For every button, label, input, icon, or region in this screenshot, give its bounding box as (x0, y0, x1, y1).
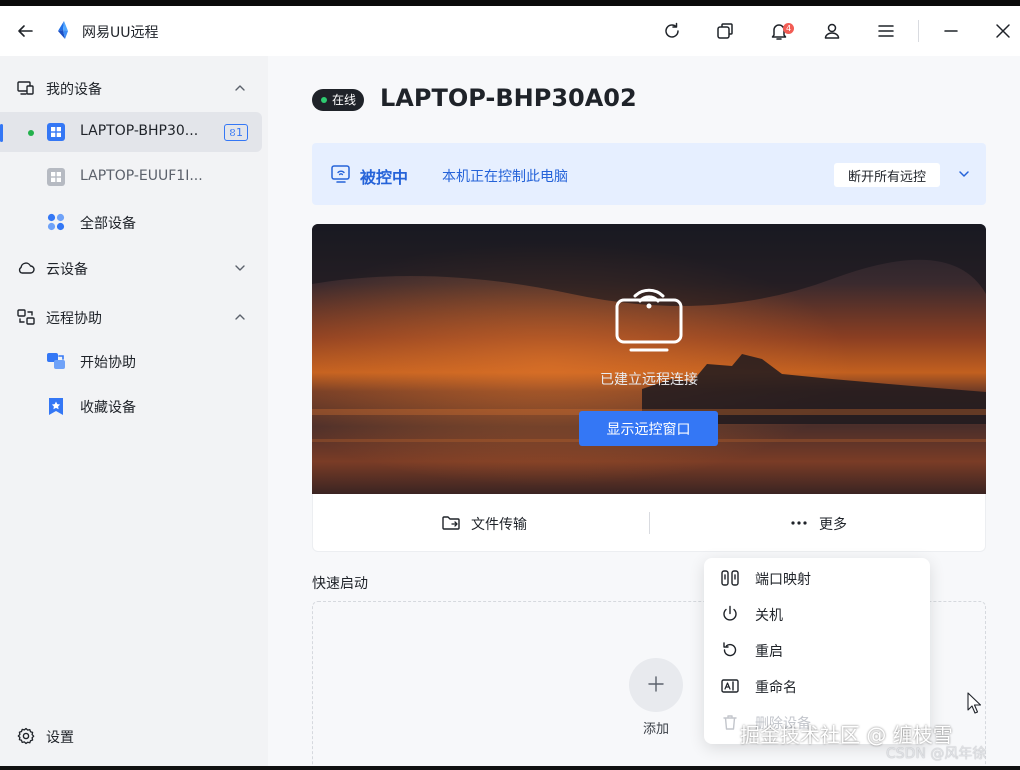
titlebar-separator (918, 20, 919, 42)
online-status-dot (28, 130, 34, 136)
sunset-wallpaper-image (312, 224, 986, 494)
user-account-icon[interactable] (821, 20, 843, 42)
file-transfer-label: 文件传输 (471, 517, 527, 533)
more-dropdown-menu: 端口映射 关机 重启 重命名 删除设备 (704, 558, 930, 744)
disconnect-all-button[interactable]: 断开所有远控 (834, 163, 940, 187)
all-devices-icon (47, 213, 65, 231)
close-icon[interactable] (992, 20, 1014, 42)
online-status-pill: 在线 (312, 89, 365, 111)
folder-transfer-icon (442, 516, 460, 530)
sidebar-item-label: LAPTOP-EUUF1I... (80, 168, 203, 184)
online-status-dot (321, 97, 327, 103)
port-mapping-icon (721, 570, 739, 586)
sidebar-item-laptop-bhp30[interactable]: LAPTOP-BHP30... ខ1 (0, 112, 262, 152)
window-bottom-edge (0, 766, 1020, 770)
sidebar-group-my-devices[interactable]: 我的设备 (0, 68, 268, 108)
sidebar-item-start-assist[interactable]: 开始协助 (0, 341, 262, 381)
sidebar-item-all-devices[interactable]: 全部设备 (0, 202, 262, 242)
sidebar-item-label: LAPTOP-BHP30... (80, 123, 199, 139)
connection-status-text: 已建立远程连接 (600, 372, 698, 388)
quick-launch-title: 快速启动 (312, 576, 368, 592)
sidebar-group-label: 云设备 (46, 262, 88, 278)
app-logo-icon (58, 21, 68, 39)
chevron-down-icon[interactable] (956, 166, 972, 182)
banner-title: 被控中 (360, 168, 409, 187)
menu-hamburger-icon[interactable] (875, 20, 897, 42)
devices-icon (17, 81, 34, 95)
sidebar-group-label: 我的设备 (46, 82, 102, 98)
device-name-title: LAPTOP-BHP30A02 (380, 84, 637, 112)
notification-badge: 4 (783, 23, 794, 34)
sidebar-group-remote-assist[interactable]: 远程协助 (0, 297, 268, 337)
plus-icon (648, 675, 664, 692)
sidebar-item-label: 全部设备 (80, 216, 136, 232)
active-indicator (0, 124, 3, 142)
gear-icon (17, 727, 35, 745)
add-quick-launch-button[interactable] (629, 658, 683, 712)
remote-control-icon (331, 165, 350, 183)
menu-item-label: 关机 (755, 608, 783, 624)
chevron-up-icon[interactable] (232, 80, 248, 96)
sidebar-group-cloud-devices[interactable]: 云设备 (0, 248, 268, 288)
remote-desktop-preview: 已建立远程连接 显示远控窗口 (312, 224, 986, 494)
menu-item-shutdown[interactable]: 关机 (704, 596, 930, 632)
restart-icon (723, 642, 737, 657)
sidebar-group-label: 远程协助 (46, 311, 102, 327)
start-assist-icon (47, 353, 65, 369)
menu-item-label: 重启 (755, 644, 783, 660)
chevron-up-icon[interactable] (232, 309, 248, 325)
more-dots-icon (791, 521, 807, 525)
sidebar-item-laptop-euuf1i[interactable]: LAPTOP-EUUF1I... (0, 157, 262, 197)
mouse-pointer-icon (967, 692, 982, 714)
action-divider (649, 512, 650, 534)
sidebar-settings[interactable]: 设置 (0, 716, 268, 756)
remote-connected-monitor-icon (615, 288, 683, 352)
sidebar-item-favorite-devices[interactable]: 收藏设备 (0, 386, 262, 426)
minimize-icon[interactable] (940, 20, 962, 42)
menu-item-label: 端口映射 (755, 572, 811, 588)
device-action-bar: 文件传输 更多 (312, 494, 986, 552)
show-remote-window-button[interactable]: 显示远控窗口 (579, 411, 718, 446)
trash-icon (723, 715, 737, 730)
menu-item-label: 重命名 (755, 680, 797, 696)
bookmark-star-icon (49, 398, 63, 415)
controlled-banner: 被控中 本机正在控制此电脑 断开所有远控 (312, 143, 986, 205)
multi-window-icon[interactable] (714, 20, 736, 42)
title-bar: 网易UU远程 4 (0, 6, 1020, 56)
back-arrow-icon[interactable] (14, 20, 36, 42)
menu-item-port-mapping[interactable]: 端口映射 (704, 560, 930, 596)
online-status-text: 在线 (332, 93, 357, 107)
menu-item-restart[interactable]: 重启 (704, 632, 930, 668)
sidebar: 我的设备 LAPTOP-BHP30... ខ1 LAPTOP-EUUF1I...… (0, 56, 268, 766)
more-label: 更多 (819, 517, 847, 533)
windows-device-icon (47, 168, 65, 186)
banner-description: 本机正在控制此电脑 (442, 169, 568, 185)
windows-device-icon (47, 123, 65, 141)
cloud-icon (18, 262, 35, 274)
sidebar-item-label: 开始协助 (80, 355, 136, 371)
rename-icon (721, 679, 739, 693)
app-title: 网易UU远程 (82, 25, 159, 41)
watermark-csdn: CSDN @风年徐 (886, 746, 987, 762)
sidebar-item-label: 收藏设备 (80, 400, 136, 416)
refresh-icon[interactable] (661, 20, 683, 42)
chevron-down-icon[interactable] (232, 260, 248, 276)
add-label: 添加 (643, 722, 670, 737)
device-count-badge: ខ1 (224, 124, 248, 141)
power-icon (723, 605, 737, 621)
remote-assist-icon (17, 309, 35, 325)
settings-label: 设置 (46, 730, 74, 746)
menu-item-rename[interactable]: 重命名 (704, 668, 930, 704)
